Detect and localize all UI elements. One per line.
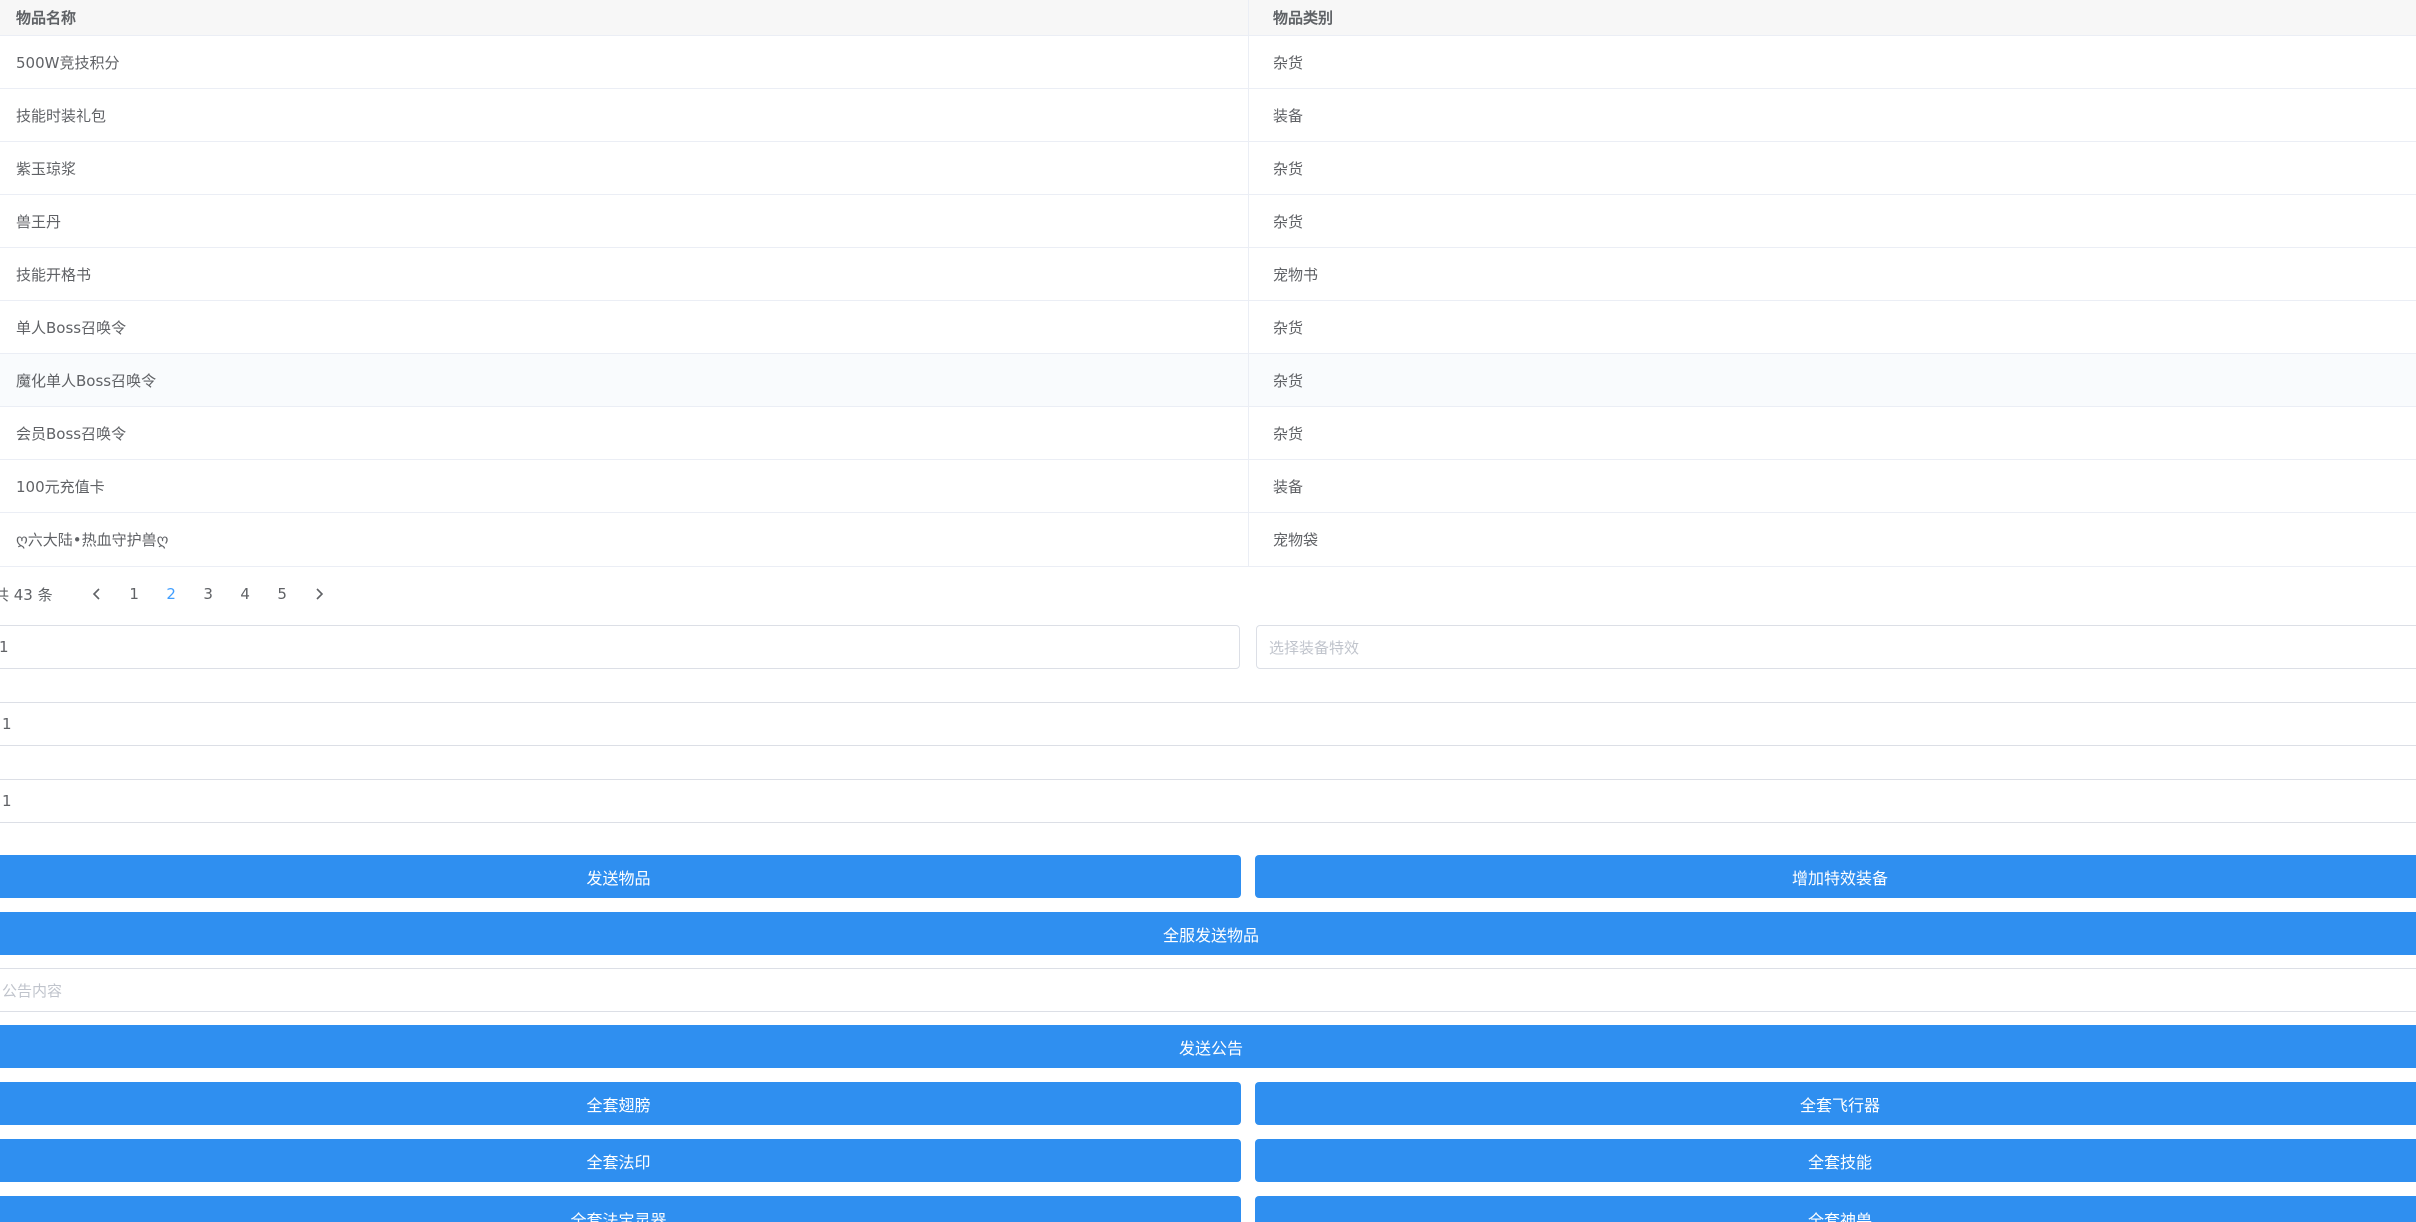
prev-page-button[interactable] <box>79 588 116 600</box>
item-name-cell: 100元充值卡 <box>0 460 1249 512</box>
pagination: 共 43 条 1 2 3 4 5 <box>0 578 338 610</box>
send-item-button[interactable]: 发送物品 <box>0 855 1241 898</box>
add-effect-equipment-button[interactable]: 增加特效装备 <box>1255 855 2416 898</box>
page-number-1[interactable]: 1 <box>116 585 153 603</box>
page-number-2[interactable]: 2 <box>153 585 190 603</box>
item-table: 物品名称 物品类别 500W竞技积分 杂货 技能时装礼包 装备 紫玉琼浆 杂货 … <box>0 0 2416 567</box>
quantity-input[interactable]: 1 <box>0 625 1240 669</box>
full-divine-beast-button[interactable]: 全套神兽 <box>1255 1196 2416 1222</box>
server-send-item-button[interactable]: 全服发送物品 <box>0 912 2416 955</box>
send-announcement-button[interactable]: 发送公告 <box>0 1025 2416 1068</box>
table-row[interactable]: 技能开格书 宠物书 <box>0 248 2416 301</box>
item-category-cell: 装备 <box>1273 477 1304 496</box>
table-row[interactable]: 紫玉琼浆 杂货 <box>0 142 2416 195</box>
page-number-5[interactable]: 5 <box>264 585 301 603</box>
pagination-total: 共 43 条 <box>0 585 53 604</box>
table-row[interactable]: 单人Boss召唤令 杂货 <box>0 301 2416 354</box>
item-name-cell: 500W竞技积分 <box>0 36 1249 88</box>
item-category-cell: 杂货 <box>1273 159 1304 178</box>
item-name-cell: 紫玉琼浆 <box>0 142 1249 194</box>
item-category-cell: 装备 <box>1273 106 1304 125</box>
table-row[interactable]: 会员Boss召唤令 杂货 <box>0 407 2416 460</box>
item-name-cell: 单人Boss召唤令 <box>0 301 1249 353</box>
full-aircraft-button[interactable]: 全套飞行器 <box>1255 1082 2416 1125</box>
page-number-4[interactable]: 4 <box>227 585 264 603</box>
column-header-item-category[interactable]: 物品类别 <box>1249 0 2416 35</box>
item-category-cell: 宠物书 <box>1273 265 1319 284</box>
page-number-3[interactable]: 3 <box>190 585 227 603</box>
item-name-cell: 兽王丹 <box>0 195 1249 247</box>
item-category-cell: 杂货 <box>1273 424 1304 443</box>
table-row[interactable]: 100元充值卡 装备 <box>0 460 2416 513</box>
full-wings-button[interactable]: 全套翅膀 <box>0 1082 1241 1125</box>
second-value-input[interactable]: 1 <box>0 702 2416 746</box>
item-name-cell: 技能开格书 <box>0 248 1249 300</box>
table-row[interactable]: 魔化单人Boss召唤令 杂货 <box>0 354 2416 407</box>
full-seal-button[interactable]: 全套法印 <box>0 1139 1241 1182</box>
item-name-cell: 技能时装礼包 <box>0 89 1249 141</box>
next-page-button[interactable] <box>301 588 338 600</box>
second-value-input-value: 1 <box>2 715 12 733</box>
item-category-cell: 杂货 <box>1273 371 1304 390</box>
equipment-effect-select[interactable]: 选择装备特效 <box>1256 625 2416 669</box>
item-name-cell: ღ六大陆•热血守护兽ღ <box>0 513 1249 566</box>
quantity-input-value: 1 <box>0 638 9 656</box>
item-name-cell: 魔化单人Boss召唤令 <box>0 354 1249 406</box>
table-row[interactable]: ღ六大陆•热血守护兽ღ 宠物袋 <box>0 513 2416 566</box>
full-skills-button[interactable]: 全套技能 <box>1255 1139 2416 1182</box>
column-header-item-name[interactable]: 物品名称 <box>0 0 1249 35</box>
table-row[interactable]: 500W竞技积分 杂货 <box>0 36 2416 89</box>
table-row[interactable]: 兽王丹 杂货 <box>0 195 2416 248</box>
announcement-placeholder: 公告内容 <box>2 981 63 1000</box>
equipment-effect-placeholder: 选择装备特效 <box>1269 638 1360 657</box>
item-category-cell: 杂货 <box>1273 318 1304 337</box>
page: 物品名称 物品类别 500W竞技积分 杂货 技能时装礼包 装备 紫玉琼浆 杂货 … <box>0 0 2416 1222</box>
table-header-row: 物品名称 物品类别 <box>0 0 2416 36</box>
full-treasure-spirit-button[interactable]: 全套法宝灵器 <box>0 1196 1241 1222</box>
third-value-input-value: 1 <box>2 792 12 810</box>
item-category-cell: 宠物袋 <box>1273 531 1319 549</box>
item-category-cell: 杂货 <box>1273 212 1304 231</box>
chevron-right-icon <box>316 588 324 600</box>
item-name-cell: 会员Boss召唤令 <box>0 407 1249 459</box>
announcement-input[interactable]: 公告内容 <box>0 968 2416 1012</box>
third-value-input[interactable]: 1 <box>0 779 2416 823</box>
table-row[interactable]: 技能时装礼包 装备 <box>0 89 2416 142</box>
item-category-cell: 杂货 <box>1273 53 1304 72</box>
chevron-left-icon <box>92 588 100 600</box>
